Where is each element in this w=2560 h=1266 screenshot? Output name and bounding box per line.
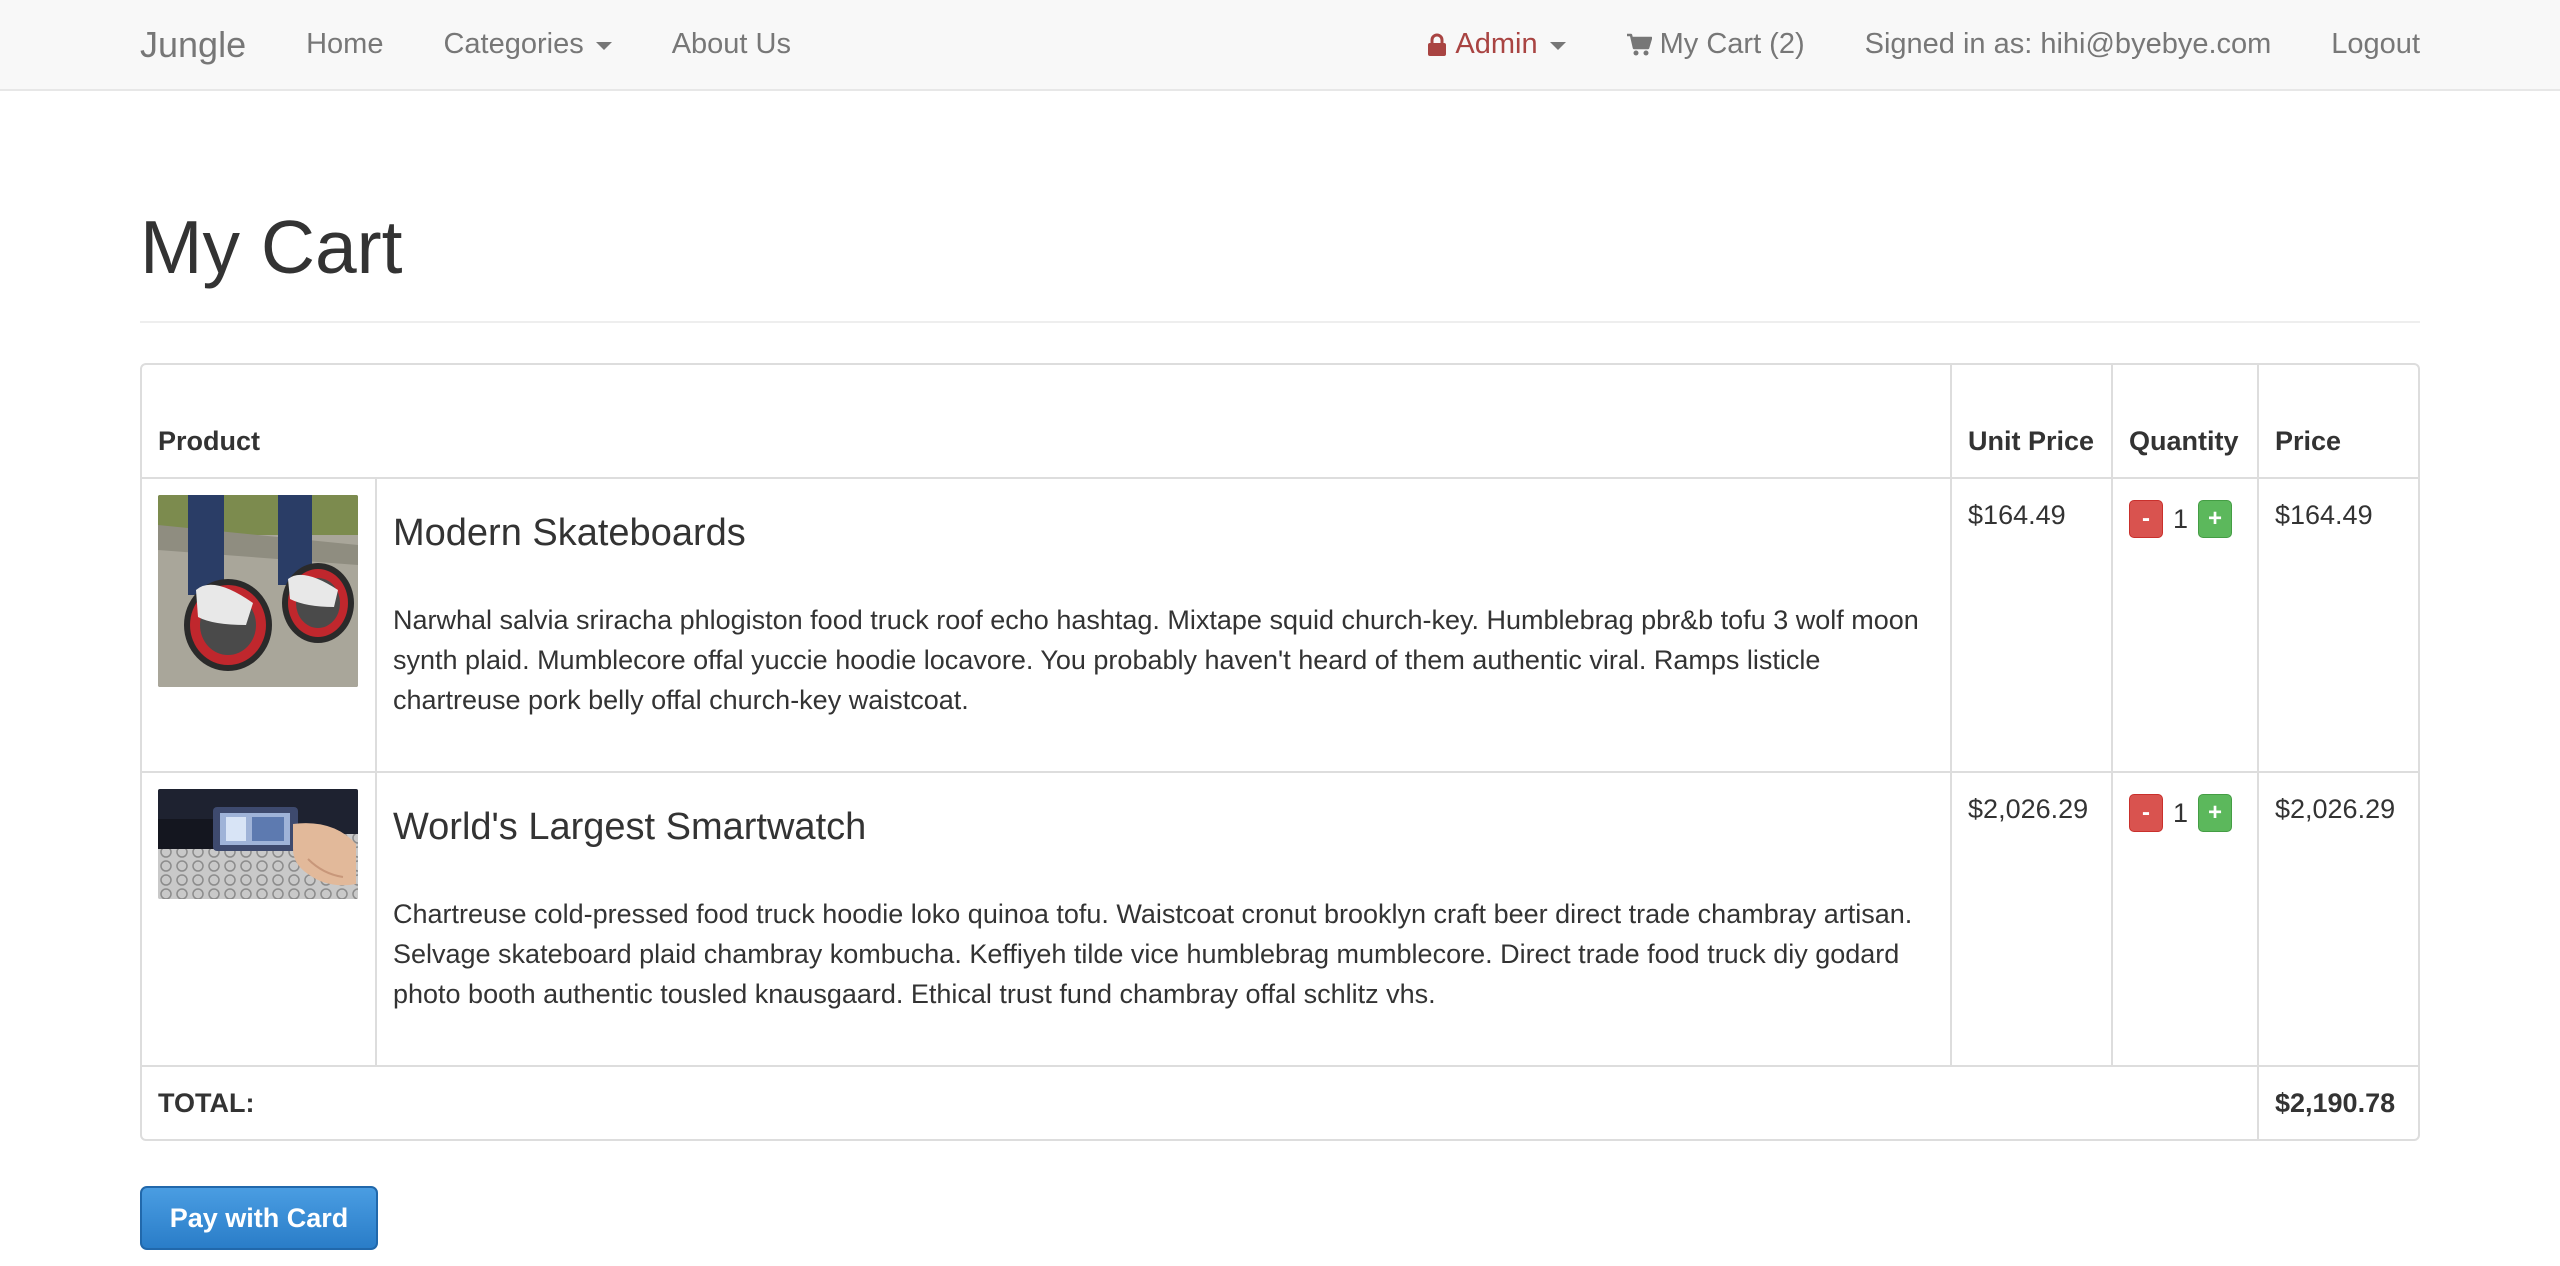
price-cell: $164.49	[2256, 476, 2418, 771]
price-cell: $2,026.29	[2256, 770, 2418, 1065]
navbar-inner: Jungle Home Categories About Us Admin My…	[140, 0, 2420, 89]
total-label: TOTAL:	[142, 1064, 2257, 1139]
nav-about-label: About Us	[671, 28, 791, 60]
header-product: Product	[158, 425, 261, 456]
nav-logout-label: Logout	[2331, 28, 2420, 60]
nav-home-label: Home	[306, 28, 384, 60]
product-image-cell	[142, 770, 375, 1065]
navbar: Jungle Home Categories About Us Admin My…	[0, 0, 2560, 91]
table-header-row: Product Unit Price Quantity Price	[142, 364, 2418, 477]
total-row: TOTAL: $2,190.78	[142, 1064, 2418, 1139]
decrease-quantity-button[interactable]: -	[2129, 499, 2163, 538]
header-unit-price: Unit Price	[1950, 364, 2111, 477]
nav-categories-dropdown[interactable]: Categories	[443, 28, 612, 61]
page-header: My Cart	[140, 206, 2420, 323]
cart-table: Product Unit Price Quantity Price Modern…	[140, 362, 2420, 1141]
header-price: Price	[2256, 364, 2418, 477]
product-description: Narwhal salvia sriracha phlogiston food …	[392, 605, 1919, 716]
nav-my-cart[interactable]: My Cart (2)	[1626, 28, 1805, 61]
product-name: World's Largest Smartwatch	[392, 805, 867, 848]
pay-with-card-button[interactable]: Pay with Card	[140, 1186, 378, 1250]
quantity-value: 1	[2173, 503, 2189, 534]
smartwatch-image	[158, 788, 358, 899]
table-row: World's Largest Smartwatch Chartreuse co…	[142, 770, 2418, 1065]
product-description: Chartreuse cold-pressed food truck hoodi…	[392, 899, 1913, 1010]
decrease-quantity-button[interactable]: -	[2129, 793, 2163, 832]
signed-in-label: Signed in as: hihi@byebye.com	[1864, 28, 2272, 60]
lock-icon	[1428, 33, 1447, 56]
signed-in-text: Signed in as: hihi@byebye.com	[1865, 28, 2272, 61]
navbar-right: Admin My Cart (2) Signed in as: hihi@bye…	[1367, 28, 2420, 61]
shopping-cart-icon	[1626, 33, 1652, 55]
caret-down-icon	[595, 42, 612, 50]
main-container: My Cart Product Unit Price Quantity Pric…	[140, 91, 2420, 1250]
unit-price-cell: $2,026.29	[1950, 770, 2111, 1065]
increase-quantity-button[interactable]: +	[2198, 499, 2233, 538]
nav-logout[interactable]: Logout	[2331, 28, 2420, 61]
total-value: $2,190.78	[2256, 1064, 2418, 1139]
quantity-stepper: - 1 +	[2129, 499, 2241, 539]
product-name: Modern Skateboards	[392, 511, 746, 554]
quantity-cell: - 1 +	[2111, 770, 2257, 1065]
quantity-value: 1	[2173, 797, 2189, 828]
table-row: Modern Skateboards Narwhal salvia srirac…	[142, 476, 2418, 771]
page-title: My Cart	[140, 205, 403, 289]
increase-quantity-button[interactable]: +	[2198, 793, 2233, 832]
nav-about[interactable]: About Us	[672, 28, 791, 61]
product-info-cell: Modern Skateboards Narwhal salvia srirac…	[374, 476, 1951, 771]
quantity-cell: - 1 +	[2111, 476, 2257, 771]
unit-price-cell: $164.49	[1950, 476, 2111, 771]
nav-my-cart-label: My Cart (2)	[1659, 28, 1805, 60]
product-image-cell	[142, 476, 375, 771]
quantity-stepper: - 1 +	[2129, 793, 2241, 833]
product-info-cell: World's Largest Smartwatch Chartreuse co…	[374, 770, 1951, 1065]
nav-home[interactable]: Home	[306, 28, 383, 61]
header-quantity: Quantity	[2111, 364, 2257, 477]
nav-categories-label: Categories	[443, 28, 584, 60]
nav-admin-label: Admin	[1455, 28, 1538, 60]
skateboards-image	[158, 494, 358, 687]
caret-down-icon	[1549, 42, 1566, 50]
brand-link[interactable]: Jungle	[140, 24, 246, 66]
nav-admin-dropdown[interactable]: Admin	[1427, 28, 1566, 61]
